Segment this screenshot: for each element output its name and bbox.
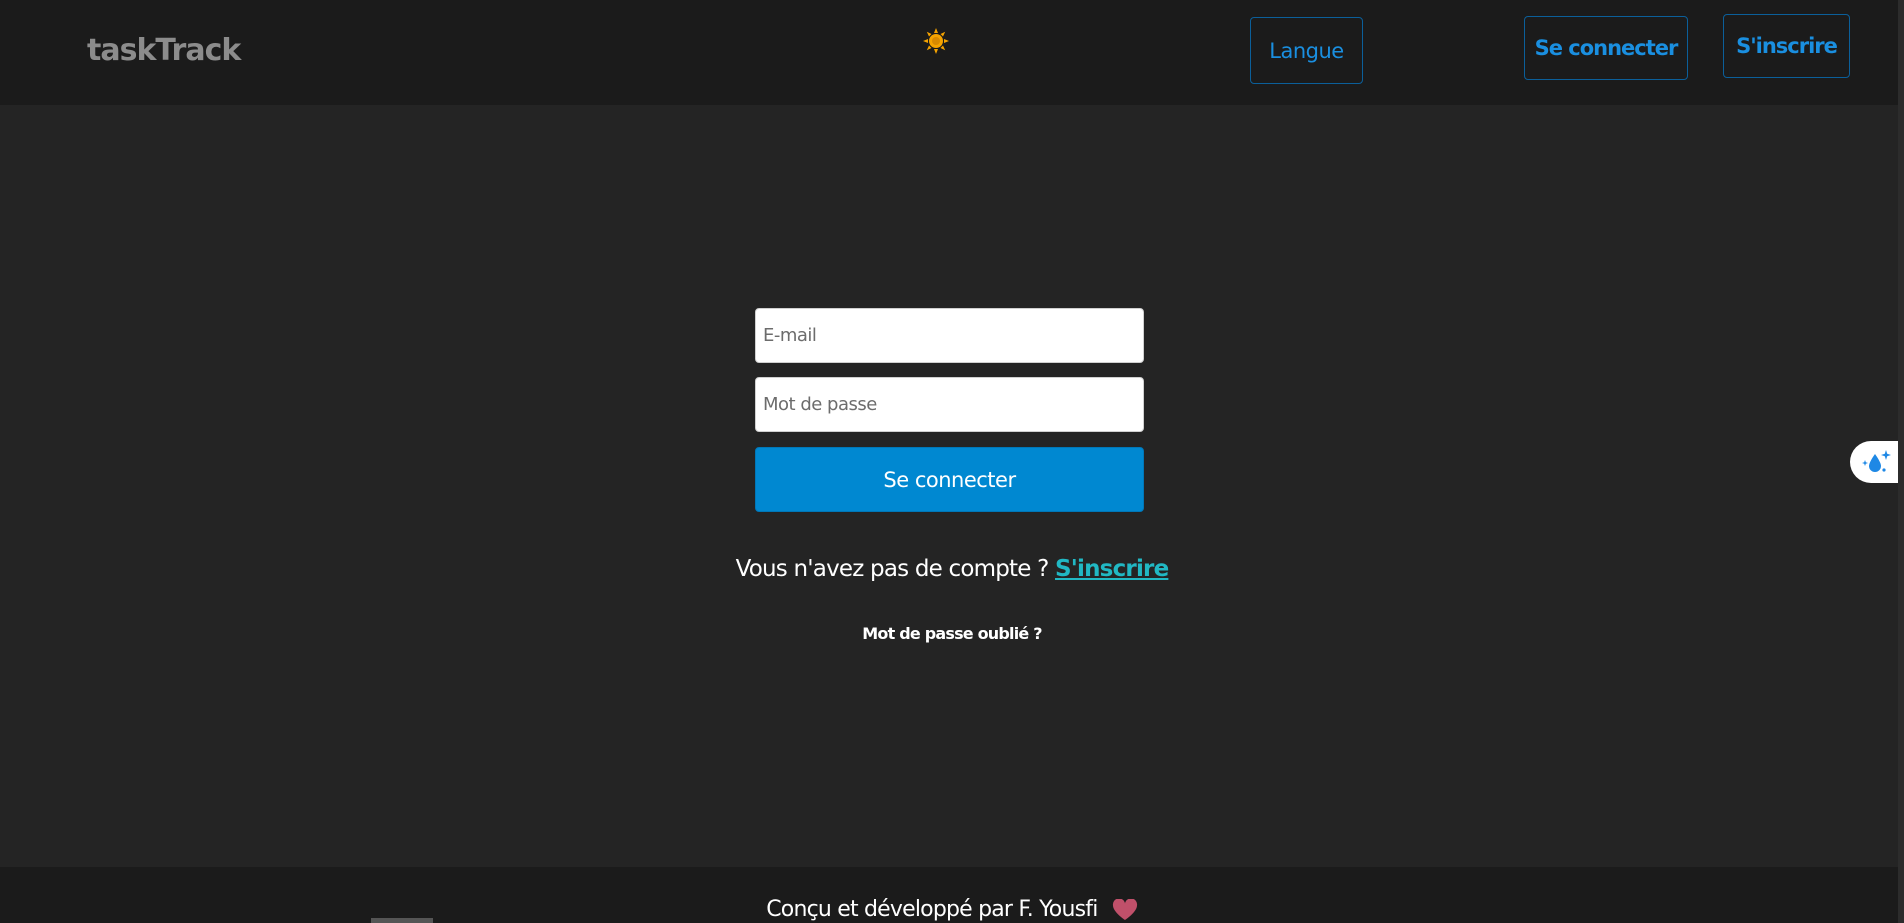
floating-widget-button[interactable] (1850, 441, 1904, 483)
forgot-password-link[interactable]: Mot de passe oublié ? (862, 624, 1042, 643)
forgot-password: Mot de passe oublié ? (0, 624, 1904, 643)
heart-icon (1112, 899, 1137, 920)
password-field[interactable] (755, 377, 1144, 432)
signup-link[interactable]: S'inscrire (1055, 556, 1169, 582)
login-form: Se connecter (755, 308, 1144, 512)
signup-prompt: Vous n'avez pas de compte ? S'inscrire (0, 556, 1904, 582)
sun-icon (923, 28, 949, 54)
theme-toggle[interactable] (920, 25, 952, 57)
no-account-text: Vous n'avez pas de compte ? (735, 556, 1050, 582)
droplet-sparkle-icon (1862, 450, 1891, 472)
footer-credit: Conçu et développé par F. Yousfi (0, 897, 1904, 922)
footer-credit-text: Conçu et développé par F. Yousfi (766, 897, 1098, 922)
login-button[interactable]: Se connecter (1524, 16, 1688, 80)
page: taskTrack Langue Se connecter S'inscrire… (0, 0, 1904, 923)
submit-login-button[interactable]: Se connecter (755, 447, 1144, 512)
language-button[interactable]: Langue (1250, 17, 1363, 84)
brand-logo[interactable]: taskTrack (87, 33, 241, 68)
signup-button[interactable]: S'inscrire (1723, 14, 1850, 78)
vertical-scrollbar[interactable] (1898, 0, 1904, 923)
footer: Conçu et développé par F. Yousfi (0, 867, 1904, 923)
email-field[interactable] (755, 308, 1144, 363)
horizontal-scrollbar-thumb[interactable] (371, 918, 433, 923)
navbar: taskTrack Langue Se connecter S'inscrire (0, 0, 1904, 105)
